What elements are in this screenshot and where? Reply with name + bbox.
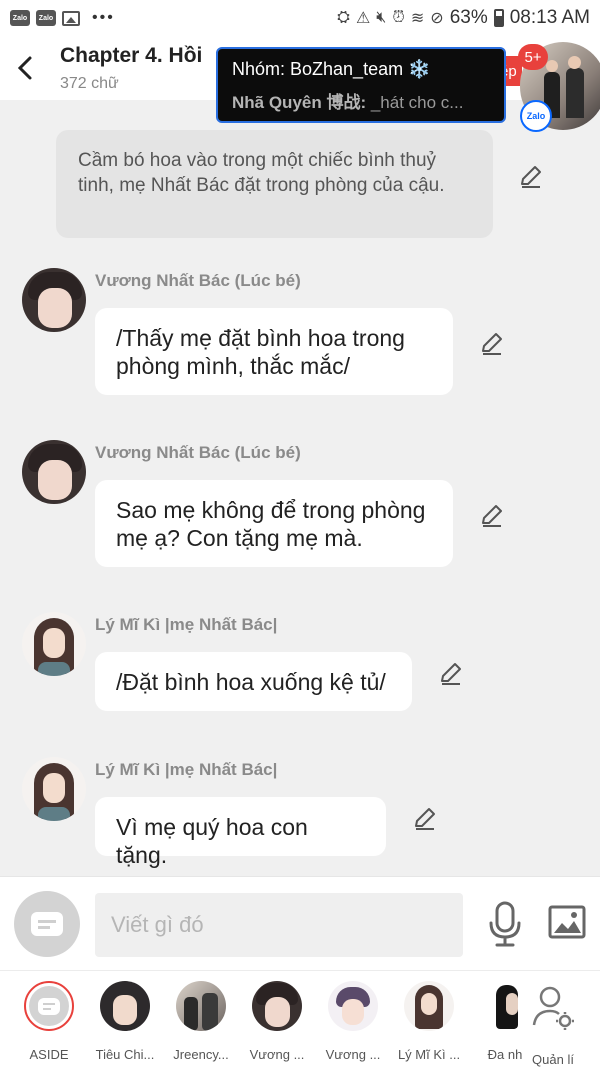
chapter-title: Chapter 4. Hồi (60, 44, 203, 67)
tab-character[interactable]: Vương ... (241, 981, 313, 1062)
sticker-icon (31, 912, 63, 936)
wifi-icon: ≋ (410, 10, 425, 27)
edit-icon[interactable] (479, 331, 505, 357)
avatar[interactable] (22, 612, 86, 676)
narration-message: Cầm bó hoa vào trong một chiếc bình thuỷ… (56, 130, 493, 238)
message-bubble[interactable]: /Thấy mẹ đặt bình hoa trong phòng mình, … (95, 308, 453, 395)
tab-character[interactable]: Lý Mĩ Kì ... (393, 981, 465, 1062)
tab-label: Vương ... (325, 1047, 381, 1062)
image-icon[interactable] (548, 905, 586, 939)
character-avatar (404, 981, 454, 1031)
zalo-notification-icon: Zalo (10, 10, 30, 26)
sender-name: Vương Nhất Bác (Lúc bé) (95, 443, 301, 462)
tab-character[interactable]: Tiêu Chi... (89, 981, 161, 1062)
tab-character[interactable]: Jreency... (165, 981, 237, 1062)
popup-group-name: Nhóm: BoZhan_team ❄️ (232, 59, 431, 79)
notification-icons: Zalo Zalo ••• (10, 9, 115, 27)
message-composer (0, 876, 600, 970)
tab-label: Lý Mĩ Kì ... (397, 1047, 461, 1062)
unread-badge: 5+ (518, 44, 548, 70)
status-bar: Zalo Zalo ••• ⛭ ⚠ 🔇︎ ⏰︎ ≋ ⊘ 63% 08:13 AM (0, 0, 600, 36)
tab-label: Tiêu Chi... (95, 1047, 155, 1062)
chevron-left-icon (17, 56, 32, 80)
sync-icon: ⛭ (337, 9, 350, 26)
tab-character[interactable]: Vương ... (317, 981, 389, 1062)
edit-icon[interactable] (518, 164, 544, 190)
character-tab-bar: ASIDE Tiêu Chi... Jreency... Vương ... V… (0, 970, 600, 1067)
system-icons: ⛭ ⚠ 🔇︎ ⏰︎ ≋ ⊘ 63% 08:13 AM (337, 7, 590, 29)
sender-name: Vương Nhất Bác (Lúc bé) (95, 271, 301, 290)
character-avatar (252, 981, 302, 1031)
tab-label: ASIDE (29, 1047, 69, 1062)
gallery-notification-icon (62, 10, 80, 26)
edit-icon[interactable] (438, 661, 464, 687)
zalo-notification-icon-2: Zalo (36, 10, 56, 26)
sticker-button[interactable] (14, 891, 80, 957)
battery-percent: 63% (449, 7, 488, 28)
word-count: 372 chữ (60, 75, 119, 92)
user-settings-icon (532, 986, 574, 1030)
character-avatar (176, 981, 226, 1031)
warning-icon: ⚠ (355, 10, 371, 27)
message-input[interactable] (95, 893, 463, 957)
tab-manage[interactable]: Quản lí (517, 981, 589, 1067)
avatar[interactable] (22, 268, 86, 332)
tab-label: Quản lí (532, 1052, 574, 1067)
edit-icon[interactable] (479, 503, 505, 529)
microphone-icon[interactable] (487, 901, 523, 947)
sticker-icon (38, 997, 60, 1015)
tab-aside[interactable]: ASIDE (13, 981, 85, 1062)
clock: 08:13 AM (509, 7, 590, 28)
message-bubble[interactable]: /Đặt bình hoa xuống kệ tủ/ (95, 652, 412, 711)
tab-label: Vương ... (249, 1047, 305, 1062)
popup-message: Nhã Quyên 博战: _hát cho c... (232, 88, 490, 113)
battery-icon (493, 9, 504, 27)
popup-preview: _hát cho c... (366, 93, 464, 112)
message-bubble[interactable]: Sao mẹ không để trong phòng mẹ ạ? Con tặ… (95, 480, 453, 567)
avatar[interactable] (22, 440, 86, 504)
zalo-logo-icon: Zalo (520, 100, 552, 132)
sender-name: Lý Mĩ Kì |mẹ Nhất Bác| (95, 760, 278, 779)
back-button[interactable] (10, 50, 40, 86)
edit-icon[interactable] (412, 806, 438, 832)
character-avatar (328, 981, 378, 1031)
mute-icon: 🔇︎ (376, 9, 387, 26)
notification-popup[interactable]: Nhóm: BoZhan_team ❄️ Nhã Quyên 博战: _hát … (216, 47, 506, 123)
character-avatar (100, 981, 150, 1031)
more-notifications-icon: ••• (92, 9, 115, 26)
do-not-disturb-icon: ⊘ (430, 10, 444, 27)
tab-label: Jreency... (173, 1047, 229, 1062)
alarm-icon: ⏰︎ (392, 9, 405, 26)
popup-sender: Nhã Quyên 博战: (232, 93, 367, 112)
avatar[interactable] (22, 757, 86, 821)
sender-name: Lý Mĩ Kì |mẹ Nhất Bác| (95, 615, 278, 634)
message-bubble[interactable]: Vì mẹ quý hoa con tặng. (95, 797, 386, 868)
